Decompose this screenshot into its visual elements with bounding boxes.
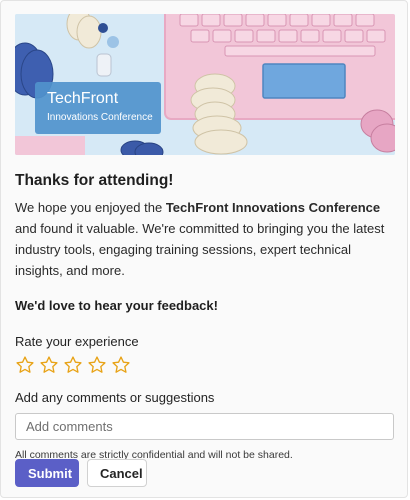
hero-banner: TechFront Innovations Conference: [15, 14, 395, 155]
intro-text-start: We hope you enjoyed the: [15, 200, 166, 215]
feedback-heading: We'd love to hear your feedback!: [15, 298, 218, 313]
feedback-card: TechFront Innovations Conference Thanks …: [0, 0, 408, 498]
action-buttons: Submit Cancel: [15, 459, 147, 487]
conference-name: TechFront Innovations Conference: [165, 200, 381, 215]
star-icon-5[interactable]: [111, 355, 131, 375]
comments-label: Add any comments or suggestions: [15, 390, 215, 405]
star-icon-2[interactable]: [39, 355, 59, 375]
star-rating: [15, 355, 399, 375]
star-icon-1[interactable]: [15, 355, 35, 375]
star-icon-4[interactable]: [87, 355, 107, 375]
intro-paragraph: We hope you enjoyed the TechFront Innova…: [15, 197, 399, 281]
brand-badge: TechFront Innovations Conference: [35, 82, 161, 134]
star-icon-3[interactable]: [63, 355, 83, 375]
brand-subtitle: Innovations Conference: [47, 112, 153, 123]
brand-title: TechFront: [47, 90, 119, 107]
cancel-button[interactable]: Cancel: [87, 459, 147, 487]
page-title: Thanks for attending!: [15, 172, 174, 189]
rate-label: Rate your experience: [15, 334, 139, 349]
main-content: Thanks for attending! We hope you enjoye…: [15, 171, 399, 462]
comments-input[interactable]: [15, 413, 394, 440]
submit-button[interactable]: Submit: [15, 459, 79, 487]
intro-text-end: and found it valuable. We're committed t…: [15, 221, 385, 278]
